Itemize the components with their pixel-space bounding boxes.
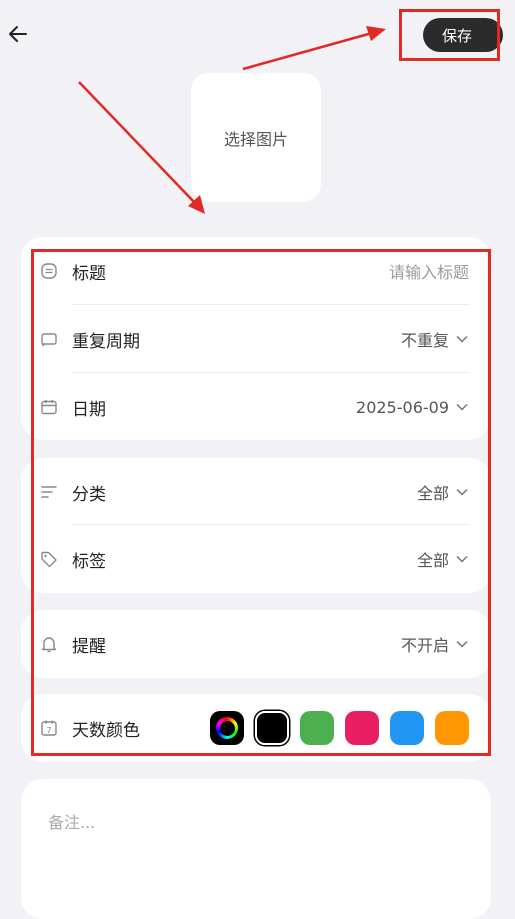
annotation-arrows <box>78 26 386 214</box>
annotation-arrowhead <box>366 26 386 41</box>
annotation-arrow-line <box>78 81 196 204</box>
annotation-arrow-line <box>242 31 373 71</box>
